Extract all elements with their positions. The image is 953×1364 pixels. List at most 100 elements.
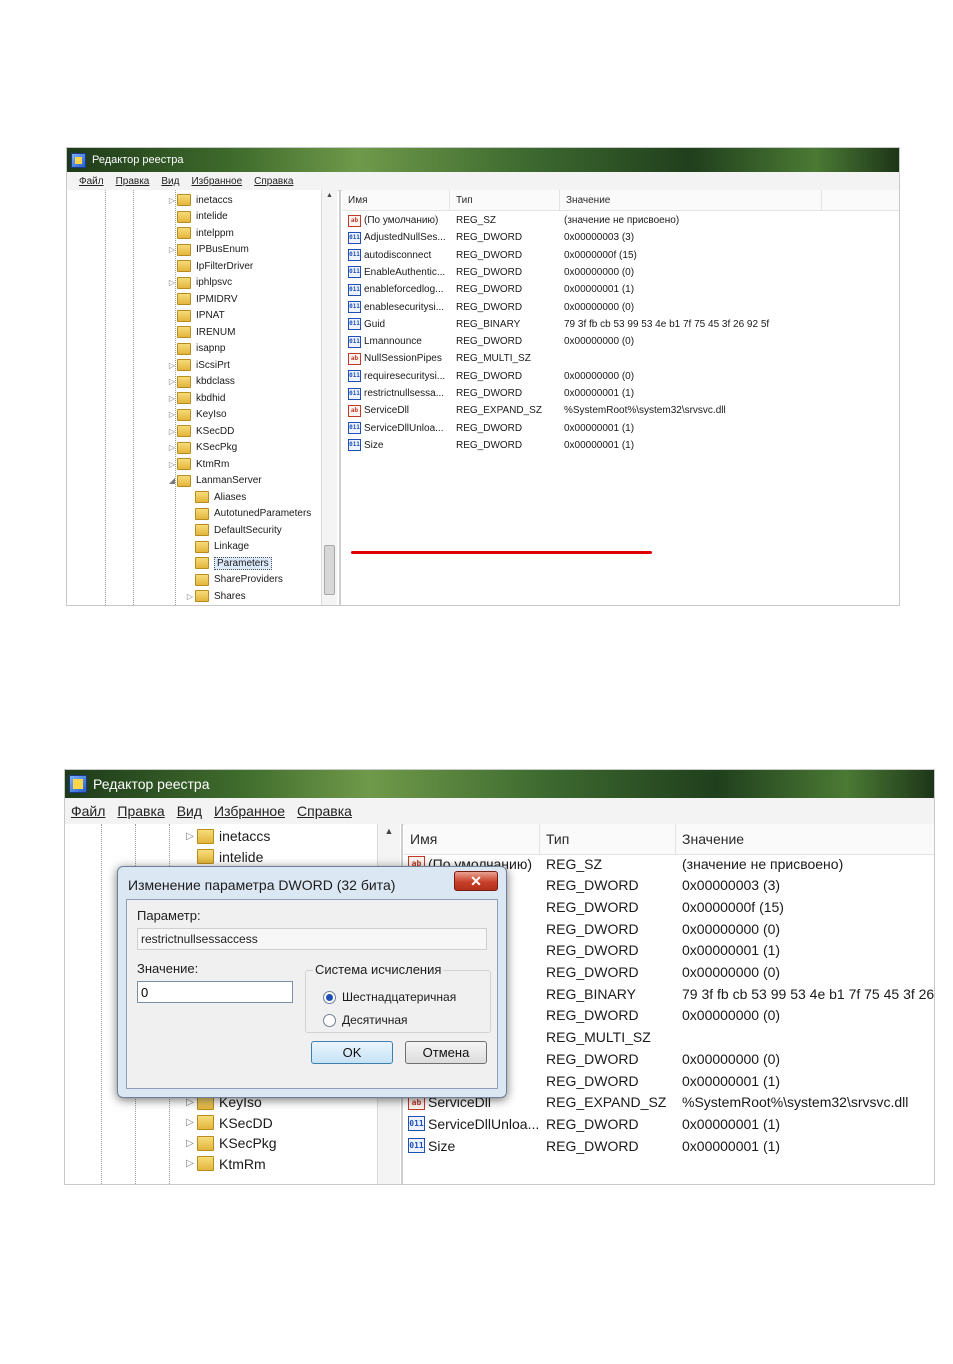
radio-hexadecimal[interactable]: Шестнадцатеричная xyxy=(323,990,456,1004)
value-row[interactable]: 011 Guid REG_BINARY 79 3f fb cb 53 99 53 4e… xyxy=(342,316,899,333)
value-type: REG_SZ xyxy=(456,215,497,226)
tree-item[interactable]: Parameters xyxy=(185,555,272,571)
value-input[interactable]: 0 xyxy=(137,981,293,1003)
value-row[interactable]: 011 enableforcedlog... REG_DWORD 0x00000001… xyxy=(342,281,899,298)
value-row[interactable]: 011 enablesecuritysi... REG_DWORD 0x0000000… xyxy=(342,299,899,316)
value-row[interactable]: 011 ServiceDllUnloa... REG_DWORD 0x00000001… xyxy=(342,420,899,437)
column-header-value[interactable]: Значение xyxy=(560,190,822,210)
expander-arrow-icon[interactable]: ▷ xyxy=(167,443,177,452)
expander-arrow-icon[interactable]: ▷ xyxy=(183,1117,197,1128)
tree-item[interactable]: ▷ kbdhid xyxy=(167,390,225,406)
tree-item[interactable]: intelide xyxy=(183,847,263,867)
tree-item[interactable]: ◢ LanmanServer xyxy=(167,473,262,489)
tree-item[interactable]: ▷ inetaccs xyxy=(183,826,270,846)
tree-item[interactable]: DefaultSecurity xyxy=(185,522,282,538)
menu-help[interactable]: Справка xyxy=(248,176,299,187)
menu-favorites[interactable]: Избранное xyxy=(208,803,291,819)
tree-item[interactable]: IPNAT xyxy=(167,308,225,324)
tree-item[interactable]: ▷ KSecPkg xyxy=(167,440,237,456)
column-header-name[interactable]: Имя xyxy=(404,824,540,854)
tree-scrollbar[interactable]: ▲ xyxy=(321,190,337,605)
value-row[interactable]: 011 requiresecuritysi... REG_DWORD 0x000000… xyxy=(342,368,899,385)
scroll-up-arrow-icon[interactable]: ▲ xyxy=(322,192,337,199)
tree-item[interactable]: ▷ Shares xyxy=(185,588,246,604)
expander-arrow-icon[interactable]: ▷ xyxy=(167,410,177,419)
menu-edit[interactable]: Правка xyxy=(110,176,156,187)
menu-file[interactable]: Файл xyxy=(73,176,110,187)
value-row[interactable]: ab NullSessionPipes REG_MULTI_SZ xyxy=(342,350,899,367)
tree-item[interactable]: ▷ iScsiPrt xyxy=(167,357,230,373)
close-icon[interactable]: ✕ xyxy=(454,871,498,891)
value-type: REG_DWORD xyxy=(456,336,523,348)
tree-item[interactable]: ▷ iphlpsvc xyxy=(167,275,232,291)
scroll-thumb[interactable] xyxy=(324,545,335,595)
tree-item[interactable]: isapnp xyxy=(167,341,225,357)
tree-item[interactable]: ▷ KSecPkg xyxy=(183,1133,276,1153)
tree-item[interactable]: AutotunedParameters xyxy=(185,506,311,522)
radio-unselected-icon[interactable] xyxy=(323,1013,336,1027)
expander-arrow-icon[interactable]: ▷ xyxy=(185,592,195,601)
value-row[interactable]: 011 AdjustedNullSes... REG_DWORD 0x00000003… xyxy=(342,229,899,246)
expander-arrow-icon[interactable]: ▷ xyxy=(167,196,177,205)
tree-item[interactable]: intelppm xyxy=(167,225,234,241)
expander-arrow-icon[interactable]: ▷ xyxy=(183,1097,197,1108)
column-header-type[interactable]: Тип xyxy=(540,824,676,854)
value-row[interactable]: 011 EnableAuthentic... REG_DWORD 0x00000000… xyxy=(342,264,899,281)
cancel-button[interactable]: Отмена xyxy=(405,1041,487,1064)
ok-button[interactable]: OK xyxy=(311,1041,393,1064)
tree-item[interactable]: ▷ inetaccs xyxy=(167,192,233,208)
tree-item[interactable]: IPMIDRV xyxy=(167,291,238,307)
pane-splitter[interactable] xyxy=(339,190,341,605)
menu-file[interactable]: Файл xyxy=(65,803,111,819)
value-row[interactable]: 011 ServiceDllUnloa... REG_DWORD 0x00000001… xyxy=(404,1113,934,1134)
expander-arrow-icon[interactable]: ▷ xyxy=(167,427,177,436)
tree-item[interactable]: ▷ IPBusEnum xyxy=(167,242,249,258)
expander-arrow-icon[interactable]: ▷ xyxy=(167,361,177,370)
tree-item[interactable]: ▷ KeyIso xyxy=(167,407,227,423)
value-row[interactable]: 011 autodisconnect REG_DWORD 0x0000000f (15… xyxy=(342,247,899,264)
tree-item[interactable]: intelide xyxy=(167,209,228,225)
tree-item[interactable]: Linkage xyxy=(185,539,249,555)
value-row[interactable]: 011 Lmannounce REG_DWORD 0x00000000 (0) xyxy=(342,333,899,350)
menu-help[interactable]: Справка xyxy=(291,803,358,819)
column-header-value[interactable]: Значение xyxy=(676,824,934,854)
menu-view[interactable]: Вид xyxy=(171,803,208,819)
value-row[interactable]: ab ServiceDll REG_EXPAND_SZ %SystemRoot%\sy… xyxy=(342,402,899,419)
tree-item[interactable]: Aliases xyxy=(185,489,246,505)
tree-item[interactable]: ShareProviders xyxy=(185,572,283,588)
tree-item[interactable]: IRENUM xyxy=(167,324,235,340)
tree-item-label: IPMIDRV xyxy=(196,293,238,305)
scroll-up-arrow-icon[interactable]: ▲ xyxy=(378,826,400,836)
tree-item[interactable]: ▷ kbdclass xyxy=(167,374,235,390)
expander-arrow-icon[interactable]: ▷ xyxy=(167,460,177,469)
binary-value-icon: 011 xyxy=(408,1138,425,1154)
menu-view[interactable]: Вид xyxy=(155,176,185,187)
value-row[interactable]: 011 Size REG_DWORD 0x00000001 (1) xyxy=(404,1135,934,1156)
tree-item[interactable]: ▷ KSecDD xyxy=(183,1113,273,1133)
value-row[interactable]: 011 restrictnullsessa... REG_DWORD 0x000000… xyxy=(342,385,899,402)
expander-arrow-icon[interactable]: ▷ xyxy=(167,377,177,386)
expander-arrow-icon[interactable]: ▷ xyxy=(167,245,177,254)
tree-item[interactable]: ▷ KSecDD xyxy=(167,423,234,439)
tree-item-label: inetaccs xyxy=(196,194,233,206)
value-name-cell: 011 Size xyxy=(408,1135,542,1156)
expander-arrow-icon[interactable]: ◢ xyxy=(167,476,177,485)
radio-decimal[interactable]: Десятичная xyxy=(323,1013,408,1027)
column-header-type[interactable]: Тип xyxy=(450,190,560,210)
expander-arrow-icon[interactable]: ▷ xyxy=(167,278,177,287)
param-label: Параметр: xyxy=(137,908,201,923)
expander-arrow-icon[interactable]: ▷ xyxy=(167,394,177,403)
radio-selected-icon[interactable] xyxy=(323,990,336,1004)
value-row[interactable]: 011 Size REG_DWORD 0x00000001 (1) xyxy=(342,437,899,454)
tree-item[interactable]: ▷ KtmRm xyxy=(167,456,229,472)
expander-arrow-icon[interactable]: ▷ xyxy=(183,1158,197,1169)
column-header-name[interactable]: Имя xyxy=(342,190,450,210)
expander-arrow-icon[interactable]: ▷ xyxy=(183,1138,197,1149)
value-row[interactable]: ab (По умолчанию) REG_SZ (значение не присв… xyxy=(342,212,899,229)
menu-edit[interactable]: Правка xyxy=(111,803,170,819)
tree-item[interactable]: IpFilterDriver xyxy=(167,258,253,274)
menu-favorites[interactable]: Избранное xyxy=(185,176,248,187)
value-data: 0x0000000f (15) xyxy=(682,898,784,915)
expander-arrow-icon[interactable]: ▷ xyxy=(183,831,197,842)
tree-item[interactable]: ▷ KtmRm xyxy=(183,1154,266,1174)
